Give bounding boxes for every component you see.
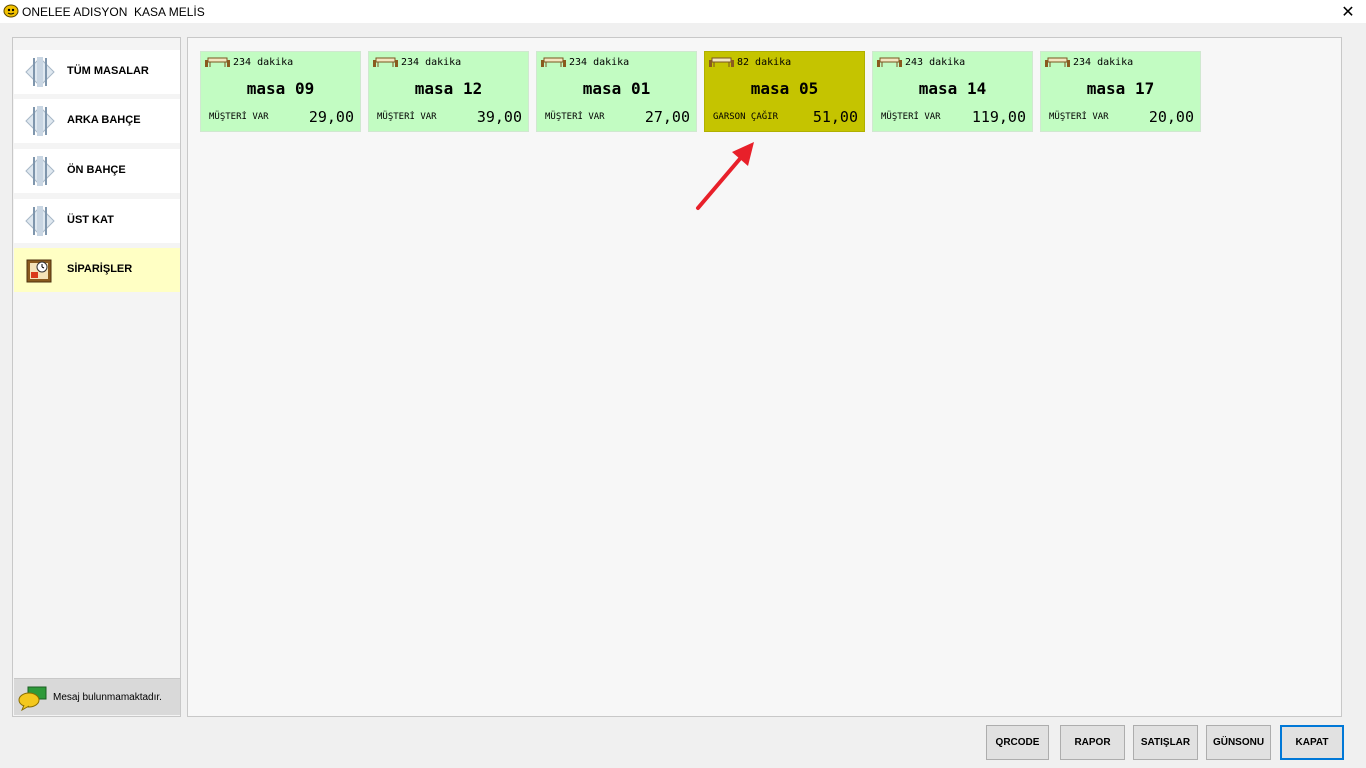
table-amount: 51,00 — [812, 108, 858, 126]
cutlery-icon — [25, 57, 55, 87]
table-amount: 29,00 — [308, 108, 354, 126]
message-status-text: Mesaj bulunmamaktadır. — [53, 692, 162, 703]
sidebar-item-label: ÜST KAT — [67, 214, 114, 226]
annotation-arrow-icon — [696, 142, 754, 210]
sidebar-item-label: SİPARİŞLER — [67, 263, 133, 275]
cutlery-icon — [25, 106, 55, 136]
elapsed-time: 243 dakika — [905, 57, 966, 68]
sidebar-item-label: ÖN BAHÇE — [67, 164, 126, 176]
table-status: MÜŞTERİ VAR — [881, 112, 941, 122]
sidebar-item-label: ARKA BAHÇE — [67, 114, 141, 126]
table-name: masa 01 — [582, 79, 651, 98]
close-window-button[interactable]: ✕ — [1330, 0, 1366, 23]
table-status: MÜŞTERİ VAR — [545, 112, 605, 122]
sidebar-item-label: TÜM MASALAR — [67, 65, 149, 77]
sidebar: TÜM MASALAR ARKA BAHÇE ÖN BAHÇE ÜST KAT — [12, 37, 181, 717]
sidebar-item-arka-bahce[interactable]: ARKA BAHÇE — [14, 99, 180, 143]
table-status: MÜŞTERİ VAR — [1049, 112, 1109, 122]
table-card[interactable]: 234 dakika masa 01 MÜŞTERİ VAR 27,00 — [536, 51, 697, 132]
qrcode-button[interactable]: QRCODE — [986, 725, 1049, 760]
table-amount: 119,00 — [971, 108, 1026, 126]
table-name: masa 17 — [1086, 79, 1155, 98]
cutlery-icon — [25, 206, 55, 236]
table-name: masa 14 — [918, 79, 987, 98]
table-status: MÜŞTERİ VAR — [209, 112, 269, 122]
report-button[interactable]: RAPOR — [1060, 725, 1125, 760]
orders-icon — [26, 259, 52, 283]
sidebar-item-siparisler[interactable]: SİPARİŞLER — [14, 248, 180, 292]
table-card[interactable]: 234 dakika masa 17 MÜŞTERİ VAR 20,00 — [1040, 51, 1201, 132]
dining-table-icon — [709, 57, 734, 67]
app-logo-icon — [3, 4, 19, 18]
sidebar-item-tum-masalar[interactable]: TÜM MASALAR — [14, 50, 180, 94]
table-card[interactable]: 243 dakika masa 14 MÜŞTERİ VAR 119,00 — [872, 51, 1033, 132]
close-button[interactable]: KAPAT — [1280, 725, 1344, 760]
table-name: masa 05 — [750, 79, 819, 98]
table-amount: 27,00 — [644, 108, 690, 126]
table-card[interactable]: 234 dakika masa 09 MÜŞTERİ VAR 29,00 — [200, 51, 361, 132]
cutlery-icon — [25, 156, 55, 186]
sidebar-item-ust-kat[interactable]: ÜST KAT — [14, 199, 180, 243]
table-status: MÜŞTERİ VAR — [377, 112, 437, 122]
chat-bubbles-icon — [18, 686, 47, 711]
dining-table-icon — [205, 57, 230, 67]
sales-button[interactable]: SATIŞLAR — [1133, 725, 1198, 760]
table-amount: 20,00 — [1148, 108, 1194, 126]
elapsed-time: 234 dakika — [1073, 57, 1134, 68]
table-card[interactable]: 82 dakika masa 05 GARSON ÇAĞIR 51,00 — [704, 51, 865, 132]
message-status-bar: Mesaj bulunmamaktadır. — [14, 678, 180, 715]
elapsed-time: 234 dakika — [569, 57, 630, 68]
end-of-day-button[interactable]: GÜNSONU — [1206, 725, 1271, 760]
dining-table-icon — [541, 57, 566, 67]
dining-table-icon — [877, 57, 902, 67]
sidebar-item-on-bahce[interactable]: ÖN BAHÇE — [14, 149, 180, 193]
table-amount: 39,00 — [476, 108, 522, 126]
tables-panel: 234 dakika masa 09 MÜŞTERİ VAR 29,00 234… — [187, 37, 1342, 717]
table-name: masa 09 — [246, 79, 315, 98]
dining-table-icon — [373, 57, 398, 67]
table-card[interactable]: 234 dakika masa 12 MÜŞTERİ VAR 39,00 — [368, 51, 529, 132]
title-bar: ONELEE ADISYON KASA MELİS ✕ — [0, 0, 1366, 23]
table-name: masa 12 — [414, 79, 483, 98]
elapsed-time: 234 dakika — [233, 57, 294, 68]
dining-table-icon — [1045, 57, 1070, 67]
window-title: ONELEE ADISYON KASA MELİS — [22, 5, 205, 19]
elapsed-time: 82 dakika — [737, 57, 792, 68]
table-status: GARSON ÇAĞIR — [713, 112, 779, 122]
elapsed-time: 234 dakika — [401, 57, 462, 68]
